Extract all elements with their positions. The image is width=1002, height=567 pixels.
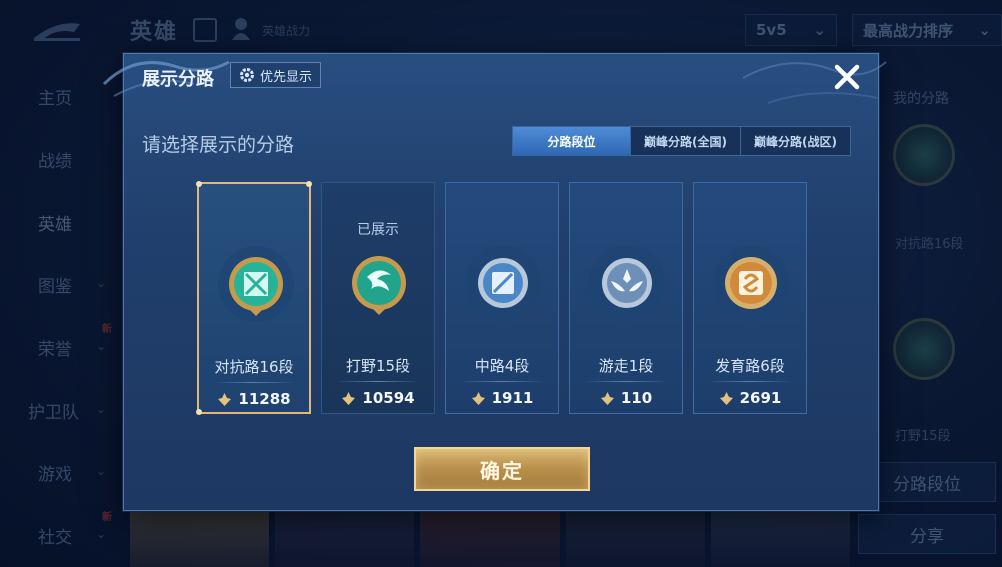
- lane-score: 10594: [322, 389, 434, 407]
- divider: [213, 382, 295, 383]
- lane-name: 发育路6段: [715, 357, 785, 375]
- lane-card-clash[interactable]: 对抗路16段 11288: [196, 181, 312, 415]
- lane-score-value: 110: [620, 389, 653, 407]
- lane-name: 打野15段: [345, 357, 411, 375]
- power-icon: [342, 391, 356, 405]
- tab-peak-region[interactable]: 巅峰分路(战区): [740, 127, 850, 155]
- lane-card-jungle[interactable]: 已展示 打野15段 10594: [321, 182, 435, 414]
- shown-label: 已展示: [357, 222, 399, 238]
- gear-icon: [240, 68, 254, 82]
- jungle-emblem-icon: [352, 256, 406, 315]
- lane-tabs: 分路段位 巅峰分路(全国) 巅峰分路(战区): [512, 126, 851, 156]
- lane-score: 1911: [446, 389, 558, 407]
- farm-lane-emblem-icon: [713, 245, 789, 321]
- divider: [336, 381, 420, 382]
- lane-name: 中路4段: [474, 357, 530, 375]
- lane-score-value: 10594: [362, 389, 415, 407]
- lane-score: 110: [570, 389, 682, 407]
- corner-dot: [306, 181, 312, 187]
- lane-score: 2691: [694, 389, 806, 407]
- dialog-header: 展示分路 优先显示: [102, 54, 887, 104]
- power-icon: [719, 391, 733, 405]
- dialog-subtitle: 请选择展示的分路: [142, 134, 295, 156]
- tab-peak-national[interactable]: 巅峰分路(全国): [631, 127, 741, 155]
- mid-lane-emblem-icon: [465, 245, 541, 321]
- divider: [708, 381, 792, 382]
- lane-name: 游走1段: [598, 357, 654, 375]
- corner-dot: [196, 181, 202, 187]
- lane-score-value: 11288: [238, 390, 291, 408]
- lane-display-dialog: 展示分路 优先显示 请选择展示的分路 分路段位 巅峰分路(全国) 巅峰分路(战区…: [102, 53, 887, 511]
- lane-card-mid[interactable]: 中路4段 1911: [445, 182, 559, 414]
- roam-emblem-icon: [589, 245, 665, 321]
- lane-score: 11288: [199, 390, 309, 408]
- lane-name: 对抗路16段: [214, 358, 294, 376]
- dialog-title: 展示分路: [142, 69, 214, 90]
- corner-dot: [196, 409, 202, 415]
- lane-card-roam[interactable]: 游走1段 110: [569, 182, 683, 414]
- close-icon[interactable]: [832, 62, 862, 92]
- priority-display-label: 优先显示: [260, 69, 313, 85]
- lane-score-value: 2691: [739, 389, 782, 407]
- clash-lane-emblem-icon: [218, 246, 294, 322]
- decor-swirl-icon: [742, 61, 887, 104]
- power-icon: [600, 391, 614, 405]
- lane-card-list: 对抗路16段 11288 已展示 打野15段 10594 中路4段 1911 游…: [196, 181, 807, 415]
- tab-lane-rank[interactable]: 分路段位: [513, 127, 631, 155]
- confirm-button[interactable]: 确定: [414, 447, 590, 491]
- lane-score-value: 1911: [491, 389, 534, 407]
- divider: [460, 381, 544, 382]
- priority-display-button[interactable]: 优先显示: [230, 62, 322, 88]
- divider: [584, 381, 668, 382]
- power-icon: [218, 392, 232, 406]
- lane-card-farm[interactable]: 发育路6段 2691: [693, 182, 807, 414]
- power-icon: [471, 391, 485, 405]
